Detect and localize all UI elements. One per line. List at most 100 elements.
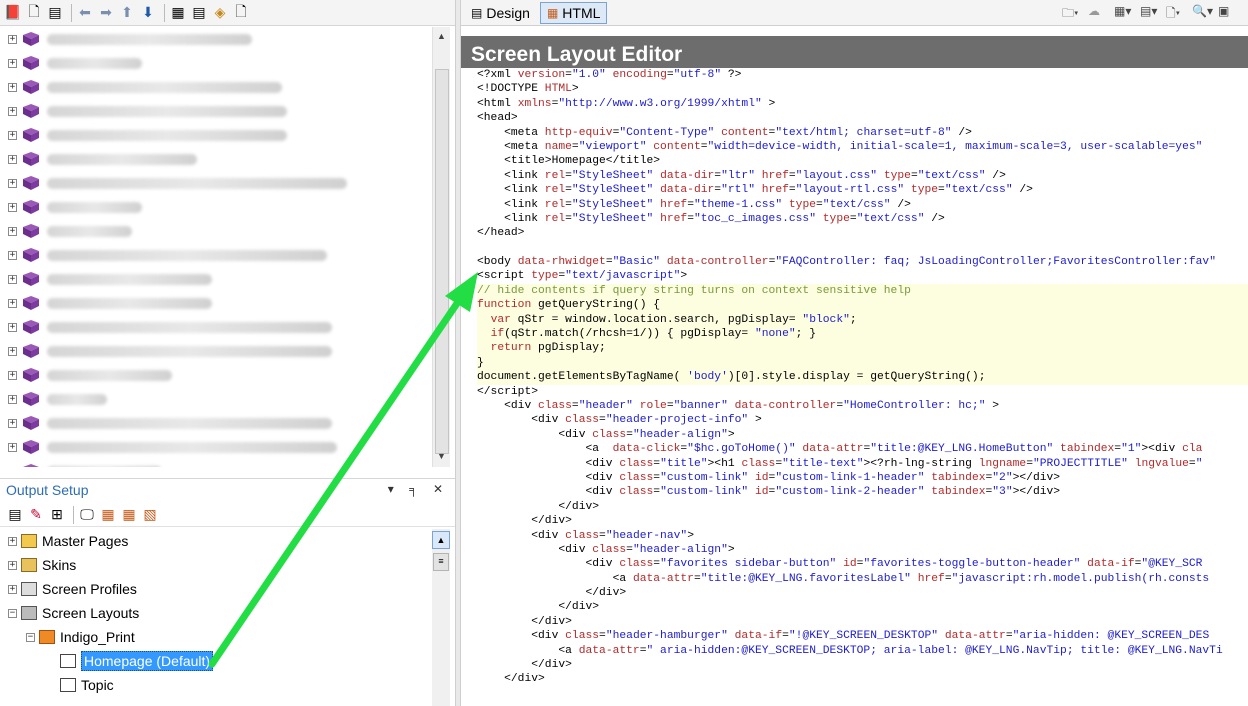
expand-icon[interactable]: + [8,34,17,44]
toc-book-item[interactable]: + [0,147,430,171]
panel-controls[interactable]: ▾ ╕ ✕ [388,482,449,496]
down-arrow-icon[interactable]: ⬇ [139,4,157,22]
tree-item-topic[interactable]: Topic [0,673,430,697]
expand-icon[interactable]: + [8,560,17,570]
toc-book-item[interactable]: + [0,291,430,315]
blurred-label [47,129,287,141]
expand-icon[interactable]: + [8,250,17,260]
expand-icon[interactable]: + [8,322,17,332]
toc-icon[interactable]: ▤ [190,4,208,22]
expand-icon[interactable]: + [8,536,17,546]
new-page-icon[interactable]: 🗋 [25,3,43,22]
layout3-icon[interactable]: ▧ [141,506,159,524]
properties-icon[interactable]: ▤ [46,4,64,22]
monitor-icon[interactable]: 🖵 [78,506,96,524]
collapse-icon[interactable]: − [26,632,35,642]
expand-icon[interactable]: + [8,274,17,284]
book-icon [21,320,41,334]
toc-book-item[interactable]: + [0,339,430,363]
find-dropdown-icon[interactable]: 🔍▾ [1192,4,1218,22]
collapse-icon[interactable]: − [8,608,17,618]
table-dropdown-icon[interactable]: ▦▾ [1114,4,1140,22]
expand-icon[interactable]: + [8,298,17,308]
toc-book-item[interactable]: + [0,51,430,75]
toc-book-item[interactable]: + [0,75,430,99]
output-scrollbar[interactable]: ▲ ≡ [432,529,450,706]
book-icon [21,392,41,406]
book-icon [21,344,41,358]
toc-book-item[interactable]: + [0,387,430,411]
blurred-label [47,441,337,453]
expand-icon[interactable]: + [8,202,17,212]
diamond-icon[interactable]: ◈ [211,4,229,22]
tree-item-screen-layouts[interactable]: − Screen Layouts [0,601,430,625]
book-icon [21,32,41,46]
layout-icon[interactable]: ▦ [99,506,117,524]
tree-item-screen-profiles[interactable]: + Screen Profiles [0,577,430,601]
document-icon[interactable]: 🗋 [232,3,250,22]
tree-item-skins[interactable]: + Skins [0,553,430,577]
toc-scrollbar[interactable]: ▲ ▼ [432,27,450,467]
toc-book-item[interactable]: + [0,459,430,467]
tree-item-master-pages[interactable]: + Master Pages [0,529,430,553]
tab-html[interactable]: ▦ HTML [539,1,608,24]
expand-icon[interactable]: + [8,584,17,594]
tree-item-indigo-print[interactable]: − Indigo_Print [0,625,430,649]
toc-book-item[interactable]: + [0,411,430,435]
book-icon [21,224,41,238]
toc-book-item[interactable]: + [0,363,430,387]
add-icon[interactable]: ⊞ [48,506,66,524]
preview-icon[interactable]: ▣ [1218,4,1244,22]
help-book-icon[interactable]: 📕 [4,4,22,22]
cloud-icon[interactable]: ☁ [1088,4,1114,22]
html-code-editor[interactable]: <?xml version="1.0" encoding="utf-8" ?> <… [477,68,1248,706]
toc-book-item[interactable]: + [0,195,430,219]
expand-icon[interactable]: + [8,154,17,164]
expand-icon[interactable]: + [8,106,17,116]
expand-icon[interactable]: + [8,58,17,68]
forward-arrow-icon[interactable]: ➡ [97,4,115,22]
scroll-thumb[interactable] [435,69,449,454]
toc-book-item[interactable]: + [0,219,430,243]
list-dropdown-icon[interactable]: ▤▾ [1140,4,1166,22]
expand-icon[interactable]: + [8,130,17,140]
layout2-icon[interactable]: ▦ [120,506,138,524]
toc-book-item[interactable]: + [0,243,430,267]
tree-item-homepage[interactable]: Homepage (Default) [0,649,430,673]
scroll-up-icon[interactable]: ▲ [432,531,450,549]
expand-icon[interactable]: + [8,442,17,452]
expand-icon[interactable]: + [8,370,17,380]
scroll-up-icon[interactable]: ▲ [437,31,446,41]
toc-book-item[interactable]: + [0,315,430,339]
toc-book-item[interactable]: + [0,435,430,459]
back-arrow-icon[interactable]: ⬅ [76,4,94,22]
expand-icon[interactable]: + [8,394,17,404]
output-setup-tree: + Master Pages + Skins + Screen Profiles… [0,529,430,706]
blurred-label [47,297,212,309]
setup-icon[interactable]: ▤ [6,506,24,524]
tree-item-label: Topic [81,677,114,693]
expand-icon[interactable]: + [8,466,17,467]
expand-icon[interactable]: + [8,226,17,236]
expand-icon[interactable]: + [8,346,17,356]
scroll-thumb[interactable]: ≡ [433,553,449,571]
toc-book-item[interactable]: + [0,171,430,195]
document-dropdown-icon[interactable]: 🗋▾ [1166,4,1192,22]
toc-book-item[interactable]: + [0,27,430,51]
toc-book-item[interactable]: + [0,99,430,123]
up-arrow-icon[interactable]: ⬆ [118,4,136,22]
page-layout-icon [60,654,76,668]
tab-design[interactable]: ▤ Design [465,2,536,24]
toc-book-item[interactable]: + [0,267,430,291]
edit-icon[interactable]: ✎ [27,506,45,524]
book-icon [21,464,41,467]
expand-icon[interactable]: + [8,82,17,92]
new-book-icon[interactable]: ▦ [169,4,187,22]
toc-book-item[interactable]: + [0,123,430,147]
expand-icon[interactable]: + [8,418,17,428]
blurred-label [47,57,142,69]
folder-dropdown-icon[interactable]: 🗀▾ [1062,4,1088,22]
expand-icon[interactable]: + [8,178,17,188]
blurred-label [47,321,332,333]
scroll-down-icon[interactable]: ▼ [437,451,446,461]
